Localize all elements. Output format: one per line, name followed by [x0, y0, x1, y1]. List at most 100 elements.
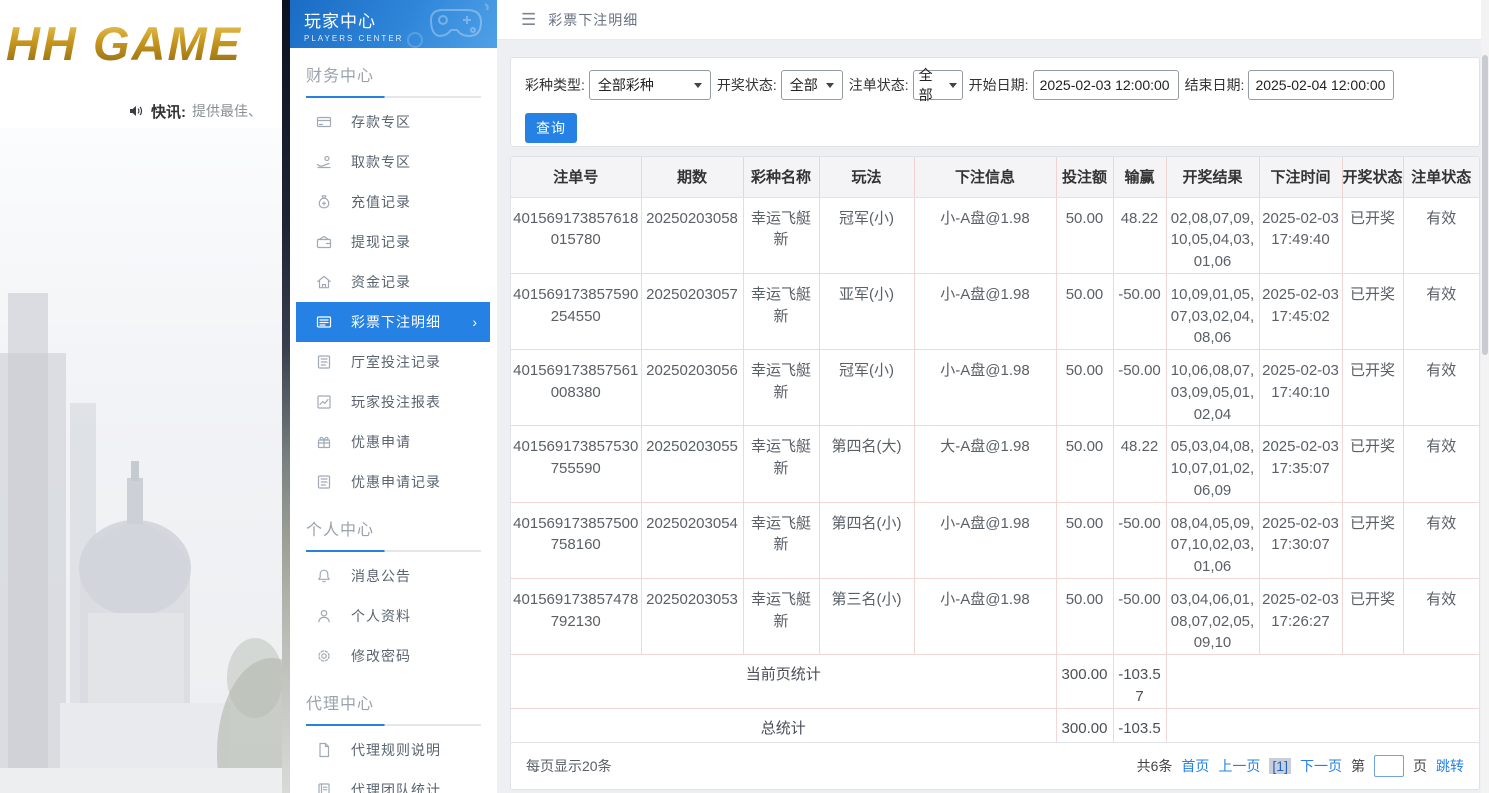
chevron-down-icon — [693, 82, 702, 88]
filter-panel: 彩种类型: 全部彩种 开奖状态: 全部 注单状态: 全部 开始日期: 结束日期:… — [510, 57, 1480, 147]
jump-page-input[interactable] — [1374, 755, 1404, 777]
jump-label-pre: 第 — [1351, 758, 1365, 774]
jump-link[interactable]: 跳转 — [1436, 756, 1464, 776]
query-button[interactable]: 查询 — [525, 113, 577, 143]
withdraw-hand-icon — [316, 154, 334, 170]
news-ticker: 快讯: 提供最佳、 — [128, 99, 290, 123]
col-header: 注单状态 — [1402, 157, 1479, 198]
first-page-link[interactable]: 首页 — [1181, 756, 1209, 776]
page-summary-row: 当前页统计 300.00 -103.57 — [511, 654, 1479, 709]
table-row: 401569173857618015780 20250203058 幸运飞艇新 冠军… — [511, 196, 1479, 274]
sidebar-item-recharge-record[interactable]: 充值记录 — [290, 182, 497, 222]
doc-icon — [316, 742, 334, 758]
sidebar-item-messages[interactable]: 消息公告 — [290, 556, 497, 596]
sidebar-item-withdraw-record[interactable]: 提现记录 — [290, 222, 497, 262]
col-header: 开奖状态 — [1341, 157, 1404, 198]
section-underline — [306, 96, 481, 98]
lottery-type-select[interactable]: 全部彩种 — [588, 70, 711, 100]
sidebar-item-withdraw-zone[interactable]: 取款专区 — [290, 142, 497, 182]
bell-icon — [316, 568, 334, 584]
sidebar-item-deposit[interactable]: 存款专区 — [290, 102, 497, 142]
hamburger-icon[interactable] — [521, 10, 536, 30]
capitol-background-image — [0, 128, 290, 793]
table-header-row: 注单号 期数 彩种名称 玩法 下注信息 投注额 输赢 开奖结果 下注时间 开奖状… — [511, 157, 1479, 198]
sidebar-item-agent-team-stats[interactable]: 代理团队统计 — [290, 770, 497, 793]
section-underline — [306, 724, 481, 726]
book-icon — [316, 782, 334, 793]
sidebar-item-profile[interactable]: 个人资料 — [290, 596, 497, 636]
chevron-down-icon — [825, 82, 834, 88]
photo-edge-shadow — [282, 0, 290, 793]
sidebar-item-hall-bet-records[interactable]: 厅室投注记录 — [290, 342, 497, 382]
promo-records-icon — [316, 474, 334, 490]
table-row: 401569173857530755590 20250203055 幸运飞艇新 第四… — [511, 425, 1479, 503]
end-date-label: 结束日期: — [1184, 77, 1245, 93]
draw-status-label: 开奖状态: — [716, 77, 777, 93]
deposit-card-icon — [316, 114, 334, 130]
jump-label-post: 页 — [1413, 758, 1427, 774]
section-title-finance: 财务中心 — [306, 68, 375, 85]
main-content: 彩票下注明细 彩种类型: 全部彩种 开奖状态: 全部 注单状态: 全部 开始日期… — [497, 0, 1489, 793]
section-underline — [306, 550, 481, 552]
bet-status-select[interactable]: 全部 — [912, 67, 963, 103]
user-icon — [316, 608, 334, 624]
section-finance: 财务中心 存款专区 取款专区 充值记录 提现记录 资金记录 彩票下注明细 厅室投… — [290, 48, 497, 502]
start-date-label: 开始日期: — [968, 77, 1029, 93]
ticker-text: 提供最佳、 — [192, 103, 262, 119]
sidebar-item-promo-apply-record[interactable]: 优惠申请记录 — [290, 462, 497, 502]
moneybag-icon — [316, 194, 334, 210]
bet-status-label: 注单状态: — [848, 77, 909, 93]
col-header: 下注信息 — [913, 157, 1057, 198]
sidebar-item-change-password[interactable]: 修改密码 — [290, 636, 497, 676]
hall-records-icon — [316, 354, 334, 370]
col-header: 投注额 — [1055, 157, 1114, 198]
start-date-input[interactable] — [1032, 70, 1179, 100]
end-date-input[interactable] — [1248, 70, 1395, 100]
left-panel: HH GAME 快讯: 提供最佳、 — [0, 0, 290, 793]
total-count: 共6条 — [1136, 758, 1173, 774]
gift-icon — [316, 434, 334, 450]
table-row: 401569173857561008380 20250203056 幸运飞艇新 冠军… — [511, 348, 1479, 427]
funds-house-icon — [316, 274, 334, 290]
col-header: 彩种名称 — [742, 157, 820, 198]
next-page-link[interactable]: 下一页 — [1300, 756, 1342, 776]
topbar: 彩票下注明细 — [497, 0, 1489, 40]
sidebar-header: 玩家中心 PLAYERS CENTER — [290, 0, 497, 48]
table-row: 401569173857478792130 20250203053 幸运飞艇新 第三… — [511, 577, 1479, 656]
ticker-label: 快讯: — [151, 103, 186, 121]
section-agent: 代理中心 代理规则说明 代理团队统计 — [290, 676, 497, 793]
draw-status-select[interactable]: 全部 — [780, 70, 843, 100]
page-scrollbar[interactable] — [1481, 0, 1489, 793]
chevron-down-icon — [948, 82, 957, 88]
col-header: 注单号 — [511, 157, 642, 198]
prev-page-link[interactable]: 上一页 — [1218, 756, 1260, 776]
current-page: [1] — [1269, 758, 1291, 774]
sidebar-subtitle: PLAYERS CENTER — [304, 34, 404, 43]
wallet-icon — [316, 234, 334, 250]
sidebar-item-agent-rules[interactable]: 代理规则说明 — [290, 730, 497, 770]
bet-table: 注单号 期数 彩种名称 玩法 下注信息 投注额 输赢 开奖结果 下注时间 开奖状… — [511, 157, 1479, 761]
col-header: 开奖结果 — [1165, 157, 1260, 198]
section-title-personal: 个人中心 — [306, 522, 375, 539]
col-header: 输赢 — [1112, 157, 1167, 198]
sidebar-item-bet-details[interactable]: 彩票下注明细 — [296, 302, 490, 342]
sidebar: 玩家中心 PLAYERS CENTER 财务中心 存款专区 取款专区 充值记录 … — [290, 0, 497, 793]
sidebar-item-player-bet-report[interactable]: 玩家投注报表 — [290, 382, 497, 422]
section-title-agent: 代理中心 — [306, 696, 375, 713]
bet-table-card: 注单号 期数 彩种名称 玩法 下注信息 投注额 输赢 开奖结果 下注时间 开奖状… — [510, 156, 1480, 762]
page-summary-label: 当前页统计 — [511, 654, 1057, 709]
table-row: 401569173857590254550 20250203057 幸运飞艇新 亚军… — [511, 272, 1479, 351]
col-header: 玩法 — [818, 157, 915, 198]
page-title: 彩票下注明细 — [548, 11, 639, 28]
report-chart-icon — [316, 394, 334, 410]
sidebar-item-funds-record[interactable]: 资金记录 — [290, 262, 497, 302]
pagination-bar: 每页显示20条 共6条 首页 上一页 [1] 下一页 第 页 跳转 — [510, 742, 1480, 790]
col-header: 期数 — [640, 157, 744, 198]
chevron-right-icon — [472, 314, 490, 330]
table-row: 401569173857500758160 20250203054 幸运飞艇新 第四… — [511, 501, 1479, 579]
sidebar-item-promo-apply[interactable]: 优惠申请 — [290, 422, 497, 462]
section-personal: 个人中心 消息公告 个人资料 修改密码 — [290, 502, 497, 676]
col-header: 下注时间 — [1258, 157, 1343, 198]
bet-list-icon — [316, 314, 334, 330]
scrollbar-thumb[interactable] — [1482, 55, 1488, 355]
